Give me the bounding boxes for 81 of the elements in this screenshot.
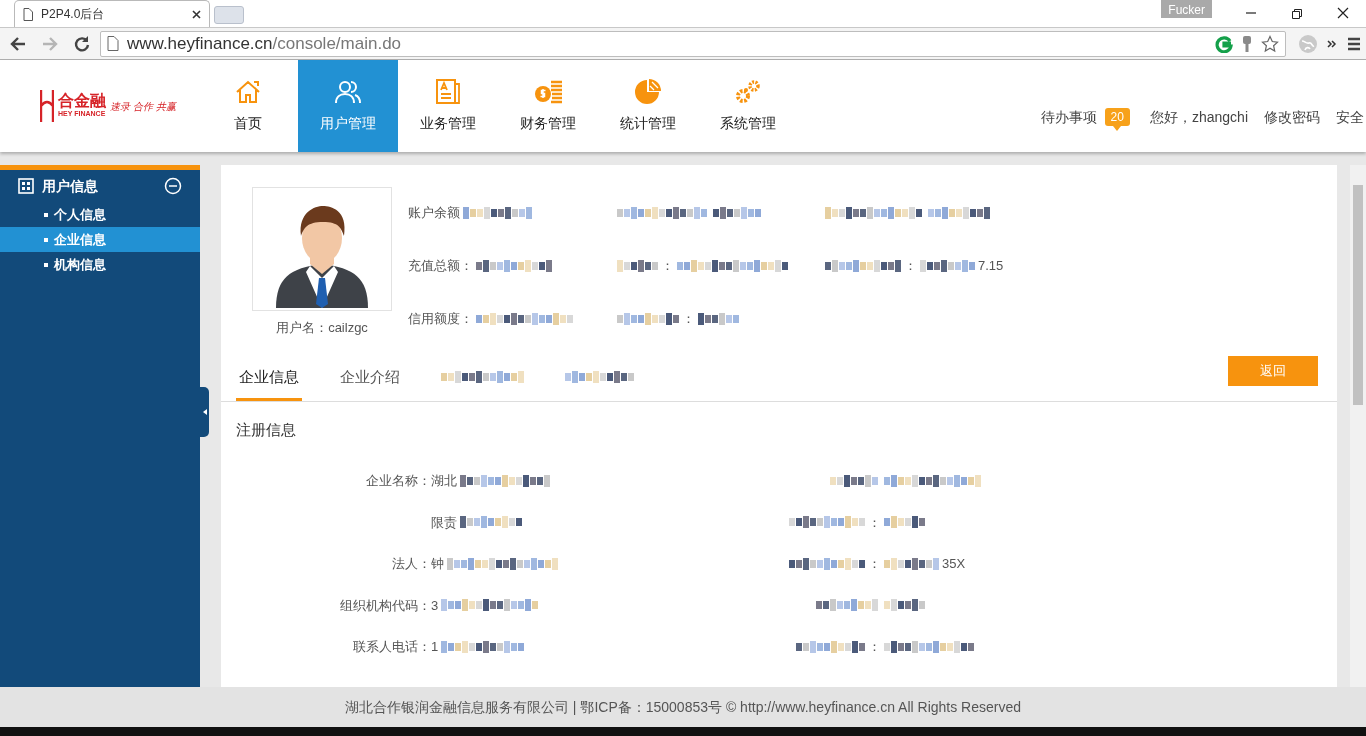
menu-icon[interactable] xyxy=(1346,35,1362,52)
collapse-handle[interactable] xyxy=(200,387,209,437)
pixelated-text xyxy=(816,598,878,613)
field-value: 湖北 xyxy=(431,472,457,490)
stat-text: ： xyxy=(661,257,674,275)
nav-item[interactable]: 业务管理 xyxy=(398,60,498,152)
pixelated-text xyxy=(884,598,925,613)
logo-slogan: 速录 合作 共赢 xyxy=(110,99,176,114)
pixelated-text xyxy=(463,205,532,220)
field-label: 法人： xyxy=(392,555,431,573)
reload-icon[interactable] xyxy=(73,34,91,53)
star-icon[interactable] xyxy=(1261,34,1279,53)
logo-name: 合金融 xyxy=(58,93,106,110)
close-icon[interactable] xyxy=(192,9,201,19)
footer-text: 湖北合作银润金融信息服务有限公司 | 鄂ICP备：15000853号 © http://www.heyfinance.cn All Rights Reserved xyxy=(344,697,1022,717)
logo-mark xyxy=(40,89,54,123)
field-label: 联系人电话： xyxy=(353,638,431,656)
field-label: ： xyxy=(868,555,881,573)
pixelated-text xyxy=(698,311,739,326)
pixelated-text xyxy=(565,370,634,384)
browser-tab[interactable]: P2P4.0后台 xyxy=(14,0,210,27)
coins-icon xyxy=(534,78,562,105)
field-label: ： xyxy=(868,638,881,656)
sidebar-item[interactable]: 机构信息 xyxy=(0,252,200,277)
tab[interactable]: 企业信息 xyxy=(236,356,302,401)
field-value: 35X xyxy=(942,555,966,573)
section-title: 注册信息 xyxy=(235,419,296,440)
collapse-icon[interactable] xyxy=(164,177,182,195)
key-icon[interactable] xyxy=(1241,34,1253,53)
document-icon xyxy=(434,78,462,105)
nav-item[interactable]: 系统管理 xyxy=(698,60,798,152)
back-icon[interactable] xyxy=(9,34,27,53)
page-icon xyxy=(107,36,119,51)
stat-text: ： xyxy=(904,257,917,275)
field-value: 钟 xyxy=(431,555,444,573)
nav-item[interactable]: 首页 xyxy=(198,60,298,152)
field-label: 组织机构代码： xyxy=(340,596,431,615)
gears-icon xyxy=(734,78,762,105)
field-label: 企业名称： xyxy=(366,472,431,490)
todo-link[interactable]: 待办事项 20 xyxy=(1040,103,1130,131)
field-label: ： xyxy=(868,513,881,532)
pixelated-text xyxy=(928,205,990,220)
extension-icon[interactable] xyxy=(1215,34,1233,53)
pixelated-text xyxy=(830,473,878,488)
sidebar-item[interactable]: 个人信息 xyxy=(0,202,200,227)
nav-item[interactable]: 统计管理 xyxy=(598,60,698,152)
pie-chart-icon xyxy=(634,78,662,105)
grid-icon xyxy=(18,178,34,194)
pixelated-text xyxy=(617,258,658,273)
close-icon[interactable] xyxy=(1336,7,1350,19)
nav-item[interactable]: 财务管理 xyxy=(498,60,598,152)
pixelated-text xyxy=(884,556,939,571)
pixelated-text xyxy=(617,311,679,326)
restore-icon[interactable] xyxy=(1290,7,1304,19)
people-icon xyxy=(334,78,362,105)
field-value: 1 xyxy=(431,638,439,656)
stat-text: ： xyxy=(682,310,695,329)
stat-text: 7.15 xyxy=(978,257,1004,275)
pixelated-text xyxy=(796,639,865,654)
pixelated-text xyxy=(884,515,925,530)
field-value: 3 xyxy=(431,596,439,615)
overflow-icon[interactable] xyxy=(1326,37,1338,50)
stat-text: 充值总额： xyxy=(408,257,473,275)
stat-text: 信用额度： xyxy=(408,310,473,329)
tab[interactable]: 企业介绍 xyxy=(337,356,403,401)
pixelated-text xyxy=(713,205,761,220)
greeting-text: 您好，zhangchi xyxy=(1149,107,1248,127)
stat-text: 账户余额 xyxy=(408,203,460,222)
scrollbar[interactable] xyxy=(1350,165,1366,687)
page-icon xyxy=(23,7,33,21)
logout-link[interactable]: 安全 xyxy=(1336,106,1364,128)
pixelated-text xyxy=(920,258,975,273)
change-password-link[interactable]: 修改密码 xyxy=(1264,106,1320,128)
field-value: 限责 xyxy=(431,513,457,532)
username-text: 用户名：cailzgc xyxy=(276,319,368,337)
url-text: www.heyfinance.cn/console/main.do xyxy=(127,32,402,55)
pixelated-text xyxy=(460,515,522,530)
house-icon xyxy=(234,78,262,105)
address-bar[interactable]: www.heyfinance.cn/console/main.do xyxy=(100,30,1286,57)
sidebar-heading: 用户信息 xyxy=(42,176,99,196)
left-arrow-icon xyxy=(202,409,207,415)
